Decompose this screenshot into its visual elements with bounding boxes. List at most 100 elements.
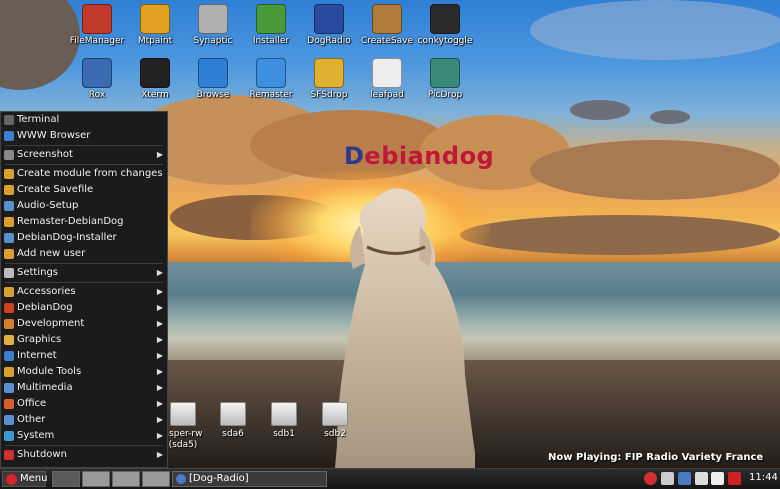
submenu-arrow-icon: ▶: [156, 450, 163, 459]
shutdown-icon: [4, 450, 14, 460]
menu-item-label: Settings: [17, 267, 59, 278]
workspace-4[interactable]: [142, 471, 170, 487]
workspace-3[interactable]: [112, 471, 140, 487]
workspace-2[interactable]: [82, 471, 110, 487]
menu-item-internet[interactable]: Internet ▶: [1, 348, 167, 364]
menu-item-office[interactable]: Office ▶: [1, 396, 167, 412]
desktop-icon-installer[interactable]: Installer: [239, 4, 303, 46]
radio-icon: [176, 474, 186, 484]
submenu-arrow-icon: ▶: [156, 431, 163, 440]
menu-item-settings[interactable]: Settings ▶: [1, 265, 167, 281]
desktop-icon-label: Remaster: [249, 90, 293, 100]
menu-item-label: Module Tools: [17, 366, 82, 377]
menu-item-system[interactable]: System ▶: [1, 428, 167, 444]
menu-separator: [5, 145, 163, 146]
desktop-icon-label: PicDrop: [427, 90, 463, 100]
debiandog-icon: [4, 303, 14, 313]
picture-icon: [430, 58, 460, 88]
stop-icon[interactable]: [644, 472, 657, 485]
desktop-icon-picdrop[interactable]: PicDrop: [413, 58, 477, 100]
drive-sdb2[interactable]: sdb2: [310, 402, 360, 440]
desktop-icon-createsave[interactable]: CreateSave: [355, 4, 419, 46]
battery-icon[interactable]: [695, 472, 708, 485]
cloud: [460, 215, 780, 255]
desktop-icon-label: Mtpaint: [137, 36, 173, 46]
flag-icon[interactable]: [728, 472, 741, 485]
desktop-icon-conkytoggle[interactable]: conkytoggle: [413, 4, 477, 46]
submenu-arrow-icon: ▶: [156, 415, 163, 424]
taskbar: Menu [Dog-Radio] 11:44: [0, 468, 780, 489]
compass-icon: [198, 58, 228, 88]
desktop-icon-rox[interactable]: Rox: [65, 58, 129, 100]
menu-item-label: Terminal: [17, 114, 60, 125]
installer-icon: [256, 4, 286, 34]
network-icon[interactable]: [678, 472, 691, 485]
browser-icon: [4, 131, 14, 141]
menu-item-add-new-user[interactable]: Add new user: [1, 246, 167, 262]
menu-item-accessories[interactable]: Accessories ▶: [1, 284, 167, 300]
menu-item-audio-setup[interactable]: Audio-Setup: [1, 198, 167, 214]
monitor-icon: [430, 4, 460, 34]
drive-sdb1[interactable]: sdb1: [259, 402, 309, 440]
menu-item-label: System: [17, 430, 55, 441]
menu-item-label: Multimedia: [17, 382, 73, 393]
menu-item-create-savefile[interactable]: Create Savefile: [1, 182, 167, 198]
debiandog-logo: Debiandog: [344, 142, 495, 170]
menu-item-multimedia[interactable]: Multimedia ▶: [1, 380, 167, 396]
menu-item-graphics[interactable]: Graphics ▶: [1, 332, 167, 348]
desktop-icon-synaptic[interactable]: Synaptic: [181, 4, 245, 46]
menu-item-other[interactable]: Other ▶: [1, 412, 167, 428]
usb-drive-icon: [322, 402, 348, 426]
submenu-arrow-icon: ▶: [156, 399, 163, 408]
hard-drive-icon: [170, 402, 196, 426]
menu-item-debiandog[interactable]: DebianDog ▶: [1, 300, 167, 316]
terminal-icon: [4, 115, 14, 125]
graphics-icon: [4, 335, 14, 345]
clock[interactable]: 11:44: [749, 472, 778, 483]
desktop-icon-sfsdrop[interactable]: SFSdrop: [297, 58, 361, 100]
no-entry-icon[interactable]: [661, 472, 674, 485]
menu-item-screenshot[interactable]: Screenshot ▶: [1, 147, 167, 163]
workspace-1[interactable]: [52, 471, 80, 487]
menu-item-label: Development: [17, 318, 85, 329]
menu-button[interactable]: Menu: [2, 471, 47, 487]
gear-icon: [82, 58, 112, 88]
internet-icon: [4, 351, 14, 361]
desktop-icon-label: Installer: [252, 36, 290, 46]
menu-item-create-module-from-changes[interactable]: Create module from changes: [1, 166, 167, 182]
desktop-icon-xterm[interactable]: Xterm: [123, 58, 187, 100]
menu-separator: [5, 445, 163, 446]
submenu-arrow-icon: ▶: [156, 319, 163, 328]
desktop-icon-label: Synaptic: [193, 36, 233, 46]
menu-item-label: Internet: [17, 350, 57, 361]
desktop-icon-leafpad[interactable]: leafpad: [355, 58, 419, 100]
submenu-arrow-icon: ▶: [156, 367, 163, 376]
menu-item-terminal[interactable]: Terminal: [1, 112, 167, 128]
desktop-icon-remaster[interactable]: Remaster: [239, 58, 303, 100]
menu-item-www-browser[interactable]: WWW Browser: [1, 128, 167, 144]
desktop-icon-label: Rox: [88, 90, 106, 100]
usb-drive-icon: [271, 402, 297, 426]
desktop-icon-label: Browse: [196, 90, 230, 100]
volume-icon[interactable]: [711, 472, 724, 485]
desktop-icon-dogradio[interactable]: DogRadio: [297, 4, 361, 46]
desktop-icon-browse[interactable]: Browse: [181, 58, 245, 100]
menu-item-shutdown[interactable]: Shutdown ▶: [1, 447, 167, 463]
menu-item-remaster-debiandog[interactable]: Remaster-DebianDog: [1, 214, 167, 230]
drive-sda6[interactable]: sda6: [208, 402, 258, 440]
drive-label: sdb1: [273, 429, 295, 439]
taskbar-window-dog-radio[interactable]: [Dog-Radio]: [172, 471, 327, 487]
menu-item-debiandog-installer[interactable]: DebianDog-Installer: [1, 230, 167, 246]
desktop-icon-filemanager[interactable]: FileManager: [65, 4, 129, 46]
menu-item-label: Add new user: [17, 248, 86, 259]
desktop-icon-label: leafpad: [370, 90, 404, 100]
drive-label: sdb2: [324, 429, 346, 439]
save-box-icon: [372, 4, 402, 34]
hard-drive-icon: [220, 402, 246, 426]
desktop-icon-label: conkytoggle: [417, 36, 473, 46]
desktop-icon-label: CreateSave: [361, 36, 413, 46]
desktop-icon-mtpaint[interactable]: Mtpaint: [123, 4, 187, 46]
radio-icon: [314, 4, 344, 34]
menu-item-development[interactable]: Development ▶: [1, 316, 167, 332]
menu-item-module-tools[interactable]: Module Tools ▶: [1, 364, 167, 380]
